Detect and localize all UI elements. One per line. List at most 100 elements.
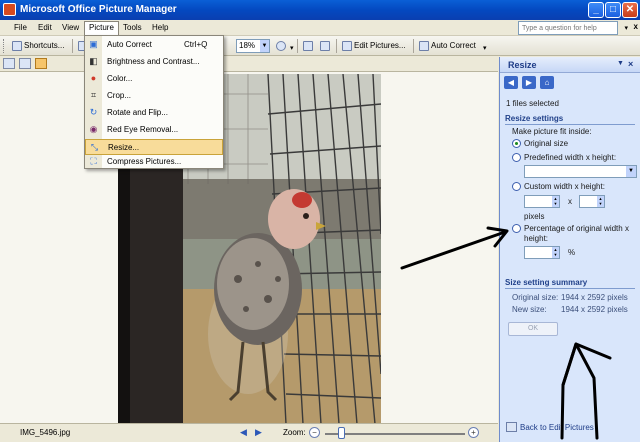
menu-item-resize[interactable]: ⤡ Resize... [85, 139, 223, 155]
times-label: x [568, 197, 572, 206]
original-size-summary-label: Original size: [512, 293, 559, 302]
menu-file[interactable]: File [10, 21, 31, 35]
menu-item-label: Red Eye Removal... [107, 125, 179, 134]
percentage-radio[interactable] [512, 224, 521, 233]
spinner-arrows-icon[interactable]: ▲ ▼ [597, 196, 604, 207]
color-icon: ● [90, 73, 97, 83]
file-name: IMG_5496.jpg [20, 428, 71, 437]
resize-task-pane: Resize ▼ × ◀ ▶ ⌂ 1 files selected Resize… [499, 57, 640, 442]
rotate-right-button[interactable] [318, 39, 334, 53]
ok-button[interactable]: OK [508, 322, 558, 336]
view-toolbar [0, 57, 498, 71]
custom-size-radio[interactable] [512, 182, 521, 191]
menu-item-brightness-contrast[interactable]: ◧ Brightness and Contrast... [85, 54, 223, 70]
minimize-button[interactable]: _ [588, 2, 604, 18]
auto-correct-icon: ▣ [89, 39, 98, 49]
predefined-size-select[interactable]: ▼ [524, 165, 637, 178]
pane-home-icon[interactable]: ⌂ [540, 76, 554, 89]
menu-picture[interactable]: Picture [84, 21, 119, 35]
shortcuts-icon [12, 40, 22, 51]
toolbar-separator [72, 39, 73, 53]
zoom-slider-track[interactable] [325, 433, 465, 435]
crop-icon: ⌗ [90, 90, 97, 100]
chevron-down-icon[interactable]: ▼ [626, 166, 636, 177]
pane-close-icon[interactable]: × [628, 59, 633, 69]
zoom-in-icon[interactable]: + [468, 427, 479, 438]
pixels-label: pixels [524, 212, 545, 221]
predefined-size-radio[interactable] [512, 153, 521, 162]
next-picture-icon[interactable]: ▶ [255, 427, 262, 438]
picture-manager-app-icon[interactable] [3, 3, 16, 16]
percentage-stepper[interactable]: ▲ ▼ [524, 246, 560, 259]
menu-view[interactable]: View [58, 21, 83, 35]
help-search-input[interactable]: Type a question for help [518, 21, 618, 35]
previous-picture-icon[interactable]: ◀ [240, 427, 247, 438]
pane-dropdown-icon[interactable]: ▼ [617, 60, 624, 67]
menu-item-crop[interactable]: ⌗ Crop... [85, 88, 223, 104]
pane-forward-icon[interactable]: ▶ [522, 76, 536, 89]
original-size-radio[interactable] [512, 139, 521, 148]
pane-header: Resize ▼ × [500, 57, 640, 73]
single-picture-view-button[interactable] [35, 58, 47, 69]
auto-correct-label: Auto Correct [431, 41, 476, 50]
zoom-combo[interactable]: 18% ▼ [236, 39, 270, 53]
close-button[interactable]: ✕ [622, 2, 638, 18]
toolbar-separator [413, 39, 414, 53]
zoom-slider-thumb[interactable] [338, 427, 345, 439]
original-size-label: Original size [524, 139, 569, 148]
menu-tools[interactable]: Tools [119, 21, 146, 35]
spinner-arrows-icon[interactable]: ▲ ▼ [552, 196, 559, 207]
percentage-label-line2: height: [524, 234, 549, 243]
percentage-label-line1: Percentage of original width x [524, 224, 629, 233]
thumbnail-view-button[interactable] [3, 58, 15, 69]
zoom-label: Zoom: [283, 428, 306, 437]
toolbar-grip[interactable] [3, 39, 6, 53]
toolbar-options-icon[interactable]: ▾ [290, 44, 294, 52]
custom-width-stepper[interactable]: ▲ ▼ [524, 195, 560, 208]
new-size-summary-value: 1944 x 2592 pixels [561, 305, 628, 314]
resize-settings-heading: Resize settings [505, 114, 564, 123]
zoom-value: 18% [239, 41, 256, 50]
menu-item-label: Auto Correct [107, 40, 152, 49]
chevron-down-icon[interactable]: ▼ [260, 40, 269, 52]
rotate-right-icon [320, 40, 330, 51]
rotate-left-icon [303, 40, 313, 51]
menu-edit[interactable]: Edit [34, 21, 56, 35]
spinner-arrows-icon[interactable]: ▲ ▼ [552, 247, 559, 258]
fit-inside-label: Make picture fit inside: [512, 127, 592, 136]
pane-title: Resize [508, 60, 537, 70]
help-dropdown-icon[interactable]: ▾ [624, 24, 628, 32]
menu-item-auto-correct[interactable]: ▣ Auto Correct Ctrl+Q [85, 37, 223, 53]
new-size-summary-label: New size: [512, 305, 547, 314]
rotate-left-button[interactable] [301, 39, 317, 53]
shortcuts-button[interactable]: Shortcuts... [10, 39, 66, 53]
section-divider [505, 124, 635, 125]
toolbar-separator [297, 39, 298, 53]
document-close-button[interactable]: x [634, 22, 638, 31]
edit-pictures-button[interactable]: Edit Pictures... [340, 39, 408, 53]
menu-item-rotate-flip[interactable]: ↻ Rotate and Flip... [85, 105, 223, 121]
custom-height-stepper[interactable]: ▲ ▼ [579, 195, 605, 208]
menu-item-compress-pictures[interactable]: ⛶ Compress Pictures... [85, 154, 223, 170]
window-title: Microsoft Office Picture Manager [20, 4, 177, 15]
menu-help[interactable]: Help [148, 21, 172, 35]
toolbar-options-icon[interactable]: ▾ [483, 44, 487, 52]
back-to-edit-pictures-link[interactable]: Back to Edit Pictures [520, 423, 594, 432]
menu-item-shortcut: Ctrl+Q [184, 40, 208, 49]
original-size-summary-value: 1944 x 2592 pixels [561, 293, 628, 302]
pane-back-icon[interactable]: ◀ [504, 76, 518, 89]
predefined-size-label: Predefined width x height: [524, 153, 617, 162]
menu-item-color[interactable]: ● Color... [85, 71, 223, 87]
picture-work-area [0, 71, 498, 424]
menu-bar: File Edit View Picture Tools Help Type a… [0, 20, 640, 36]
zoom-out-icon[interactable]: − [309, 427, 320, 438]
filmstrip-view-button[interactable] [19, 58, 31, 69]
help-button[interactable] [274, 39, 290, 53]
menu-item-red-eye-removal[interactable]: ◉ Red Eye Removal... [85, 122, 223, 138]
auto-correct-button[interactable]: Auto Correct [417, 39, 478, 53]
percent-sign: % [568, 248, 576, 257]
help-icon [276, 40, 286, 51]
rotate-icon: ↻ [89, 107, 98, 117]
menu-item-label: Compress Pictures... [107, 157, 182, 166]
maximize-button[interactable]: □ [605, 2, 621, 18]
